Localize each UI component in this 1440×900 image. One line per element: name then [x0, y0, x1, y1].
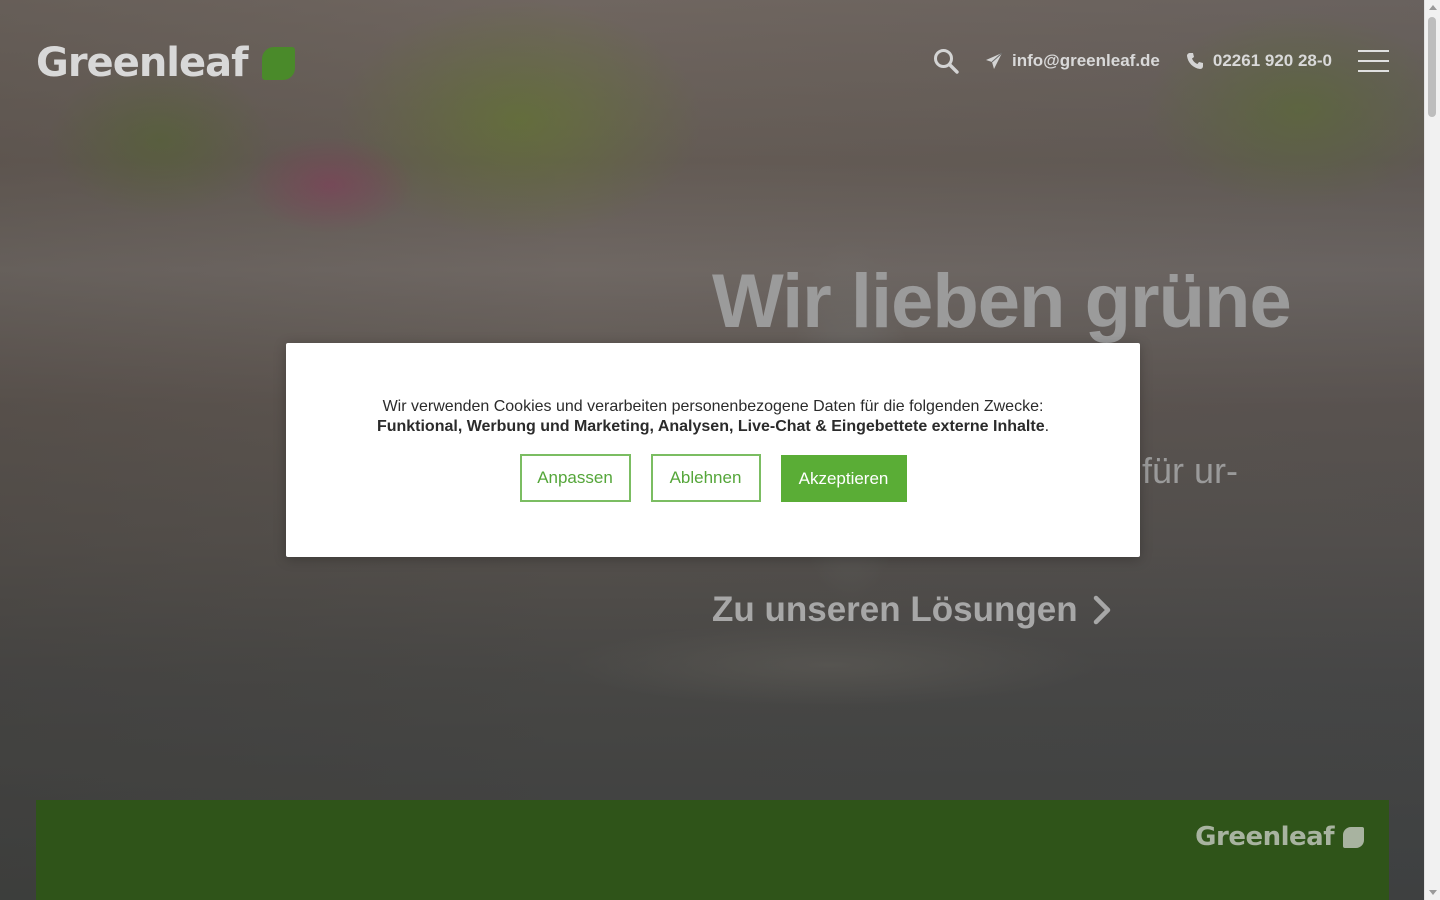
accept-button[interactable]: Akzeptieren — [780, 455, 907, 502]
green-content-band: Greenleaf — [36, 800, 1389, 900]
cookie-actions: Anpassen Ablehnen Akzeptieren — [286, 454, 1140, 502]
email-link[interactable]: info@greenleaf.de — [985, 51, 1160, 71]
scrollbar-thumb[interactable] — [1428, 17, 1436, 117]
cookie-consent-dialog: Wir verwenden Cookies und verarbeiten pe… — [286, 343, 1140, 557]
phone-text: 02261 920 28-0 — [1212, 51, 1332, 70]
logo-text: Greenleaf — [36, 40, 249, 86]
hero-title: Wir lieben grüne — [712, 259, 1292, 344]
solutions-link[interactable]: Zu unseren Lösungen — [712, 590, 1112, 630]
phone-link[interactable]: 02261 920 28-0 — [1186, 51, 1332, 71]
leaf-logo-icon — [1343, 826, 1364, 848]
band-logo: Greenleaf — [1195, 822, 1364, 852]
cookie-intro: Wir verwenden Cookies und verarbeiten pe… — [382, 398, 1044, 415]
header-nav: info@greenleaf.de 02261 920 28-0 — [933, 48, 1389, 74]
hamburger-menu-icon[interactable] — [1358, 50, 1389, 72]
decline-button[interactable]: Ablehnen — [650, 454, 761, 502]
paper-plane-icon — [985, 52, 1003, 70]
customize-button[interactable]: Anpassen — [519, 454, 631, 502]
search-icon[interactable] — [933, 48, 959, 74]
phone-icon — [1186, 52, 1204, 70]
scroll-down-arrow-icon[interactable] — [1429, 890, 1437, 895]
cookie-purposes: Funktional, Werbung und Marketing, Analy… — [376, 418, 1045, 435]
page-scrollbar[interactable] — [1424, 0, 1440, 900]
cookie-purposes-end: . — [1044, 418, 1050, 435]
cookie-message: Wir verwenden Cookies und verarbeiten pe… — [286, 397, 1140, 437]
band-logo-text: Greenleaf — [1195, 822, 1334, 852]
leaf-logo-icon — [261, 46, 295, 80]
solutions-link-label: Zu unseren Lösungen — [712, 590, 1078, 629]
scroll-up-arrow-icon[interactable] — [1429, 5, 1437, 10]
page: Greenleaf info@greenleaf.de 02261 920 28… — [0, 0, 1440, 900]
cookie-purposes-line: Funktional, Werbung und Marketing, Analy… — [286, 417, 1140, 437]
site-logo[interactable]: Greenleaf — [36, 40, 295, 86]
chevron-right-icon — [1092, 595, 1112, 625]
email-text: info@greenleaf.de — [1012, 51, 1160, 70]
